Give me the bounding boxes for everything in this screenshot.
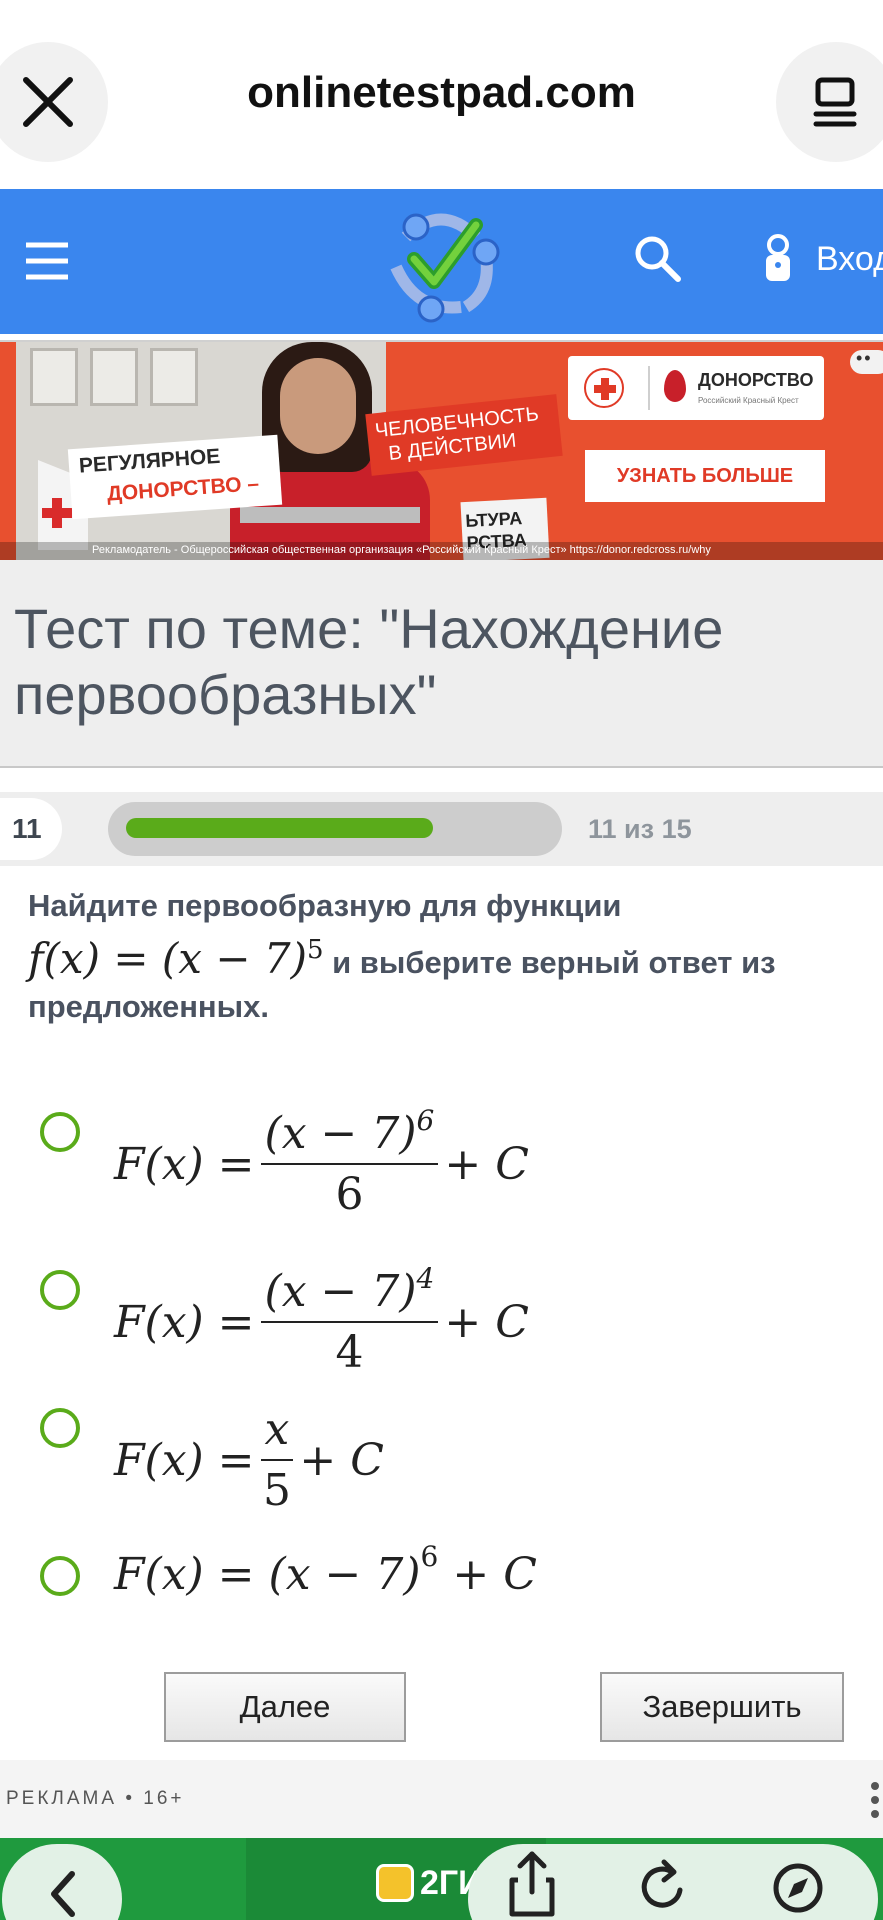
ad-label-row: РЕКЛАМА • 16+ (0, 1760, 883, 1838)
chevron-left-icon (51, 1871, 75, 1917)
answer-formula: F(x) = (x − 7) 6 + C (114, 1538, 537, 1610)
user-keyhole-icon[interactable] (758, 231, 798, 291)
red-cross-icon (584, 368, 624, 408)
answer-radio[interactable] (40, 1556, 80, 1596)
address-bar-url[interactable]: onlinetestpad.com (0, 68, 883, 118)
search-icon[interactable] (628, 229, 688, 289)
formula-tail: + C (444, 1296, 529, 1348)
donor-brand-logo: ДОНОРСТВО Российский Красный Крест (568, 356, 824, 420)
fraction-denominator: 5 (262, 1465, 291, 1516)
ad-caption: Рекламодатель - Общероссийская обществен… (0, 542, 883, 560)
banner-vest-stripe (240, 507, 420, 523)
answer-radio[interactable] (40, 1408, 80, 1448)
banner-options-icon[interactable] (850, 348, 883, 374)
brand-divider (648, 366, 650, 410)
answer-option-1[interactable]: F(x) = (x − 7)6 6 + C (40, 1104, 860, 1224)
header-divider (0, 334, 883, 342)
tabs-button[interactable] (776, 42, 883, 162)
formula-fraction: x 5 (260, 1404, 294, 1516)
compass-icon[interactable] (768, 1844, 828, 1920)
numerator-base: (x − 7) (264, 1266, 417, 1317)
brand-name: ДОНОРСТВО (698, 370, 814, 390)
progress-row: 11 11 из 15 (0, 792, 883, 866)
question-text-before: Найдите первообразную для функции (28, 888, 622, 923)
next-button[interactable]: Далее (164, 1672, 406, 1742)
browser-actions-pill (468, 1844, 878, 1920)
banner-sign-text: ДОНОРСТВО – (106, 472, 260, 506)
formula-exponent: 6 (420, 1539, 439, 1573)
formula-tail: + C (452, 1548, 537, 1600)
banner-slogan-text: ЧЕЛОВЕЧНОСТЬ В ДЕЙСТВИИ (373, 403, 540, 467)
blood-drop-icon (664, 370, 686, 402)
tabs-icon (813, 77, 857, 127)
numerator-exponent: 4 (416, 1262, 435, 1295)
question-formula: f(x) = (x − 7)5 (28, 934, 324, 983)
hamburger-icon[interactable] (18, 231, 78, 291)
formula-lhs: F(x) = (114, 1434, 255, 1486)
numerator-base: x (264, 1404, 290, 1455)
progress-bar (108, 802, 562, 856)
share-icon[interactable] (502, 1844, 562, 1920)
fraction-numerator: (x − 7)4 (260, 1262, 439, 1323)
banner-person-face (280, 358, 356, 454)
formula-lhs: F(x) = (114, 1548, 255, 1600)
ad-label: РЕКЛАМА • 16+ (6, 1788, 185, 1809)
progress-bar-fill (126, 818, 433, 838)
formula-base: (x − 7) (268, 1548, 421, 1600)
banner-wall-frame (90, 348, 138, 406)
fraction-numerator: x (260, 1404, 294, 1461)
answer-formula: F(x) = (x − 7)4 4 + C (114, 1262, 529, 1382)
formula-lhs: F(x) = (114, 1138, 255, 1190)
reload-icon[interactable] (634, 1844, 694, 1920)
site-header (0, 189, 883, 334)
back-button[interactable] (2, 1844, 122, 1920)
progress-counter: 11 из 15 (588, 814, 692, 844)
question-text: Найдите первообразную для функции f(x) =… (28, 884, 868, 1029)
bottom-toolbar: 2ГИС (0, 1838, 883, 1920)
answer-radio[interactable] (40, 1112, 80, 1152)
banner-sign-text: РЕГУЛЯРНОЕ (78, 444, 221, 478)
finish-button[interactable]: Завершить (600, 1672, 844, 1742)
answer-option-2[interactable]: F(x) = (x − 7)4 4 + C (40, 1262, 860, 1382)
ad-banner[interactable]: РЕГУЛЯРНОЕ ДОНОРСТВО – ЧЕЛОВЕЧНОСТЬ В ДЕ… (0, 342, 883, 560)
2gis-logo-icon (376, 1864, 414, 1902)
advertiser-text: Рекламодатель - Общероссийская обществен… (92, 544, 711, 556)
formula-fraction: (x − 7)4 4 (260, 1262, 439, 1378)
checkmark-logo-icon[interactable] (376, 197, 506, 327)
page-title: Тест по теме: "Нахождение первообразных" (14, 597, 724, 726)
formula-tail: + C (444, 1138, 529, 1190)
fraction-numerator: (x − 7)6 (260, 1104, 439, 1165)
fraction-denominator: 4 (335, 1327, 364, 1378)
formula-tail: + C (299, 1434, 384, 1486)
banner-wall-frame (30, 348, 78, 406)
login-link[interactable]: Вход (816, 240, 883, 279)
formula-fraction: (x − 7)6 6 (260, 1104, 439, 1220)
brand-subtitle: Российский Красный Крест (698, 396, 799, 405)
question-formula-exponent: 5 (306, 935, 324, 965)
fraction-denominator: 6 (335, 1169, 364, 1220)
answer-option-4[interactable]: F(x) = (x − 7) 6 + C (40, 1540, 860, 1620)
numerator-base: (x − 7) (264, 1108, 417, 1159)
numerator-exponent: 6 (416, 1104, 435, 1137)
answer-option-3[interactable]: F(x) = x 5 + C (40, 1400, 860, 1520)
question-formula-base: f(x) = (x − 7) (28, 934, 307, 983)
learn-more-button[interactable]: УЗНАТЬ БОЛЬШЕ (585, 450, 825, 502)
browser-toolbar: onlinetestpad.com (0, 0, 883, 189)
answer-radio[interactable] (40, 1270, 80, 1310)
formula-lhs: F(x) = (114, 1296, 255, 1348)
banner-wall-frame (150, 348, 198, 406)
test-title-section: Тест по теме: "Нахождение первообразных" (0, 560, 883, 768)
answer-formula: F(x) = x 5 + C (114, 1400, 384, 1520)
banner-sign: РЕГУЛЯРНОЕ ДОНОРСТВО – (67, 434, 283, 520)
question-number-badge: 11 (0, 798, 62, 860)
question-number: 11 (12, 813, 42, 844)
more-vertical-icon[interactable] (870, 1780, 880, 1820)
banner-slogan: ЧЕЛОВЕЧНОСТЬ В ДЕЙСТВИИ (365, 394, 563, 476)
answer-formula: F(x) = (x − 7)6 6 + C (114, 1104, 529, 1224)
